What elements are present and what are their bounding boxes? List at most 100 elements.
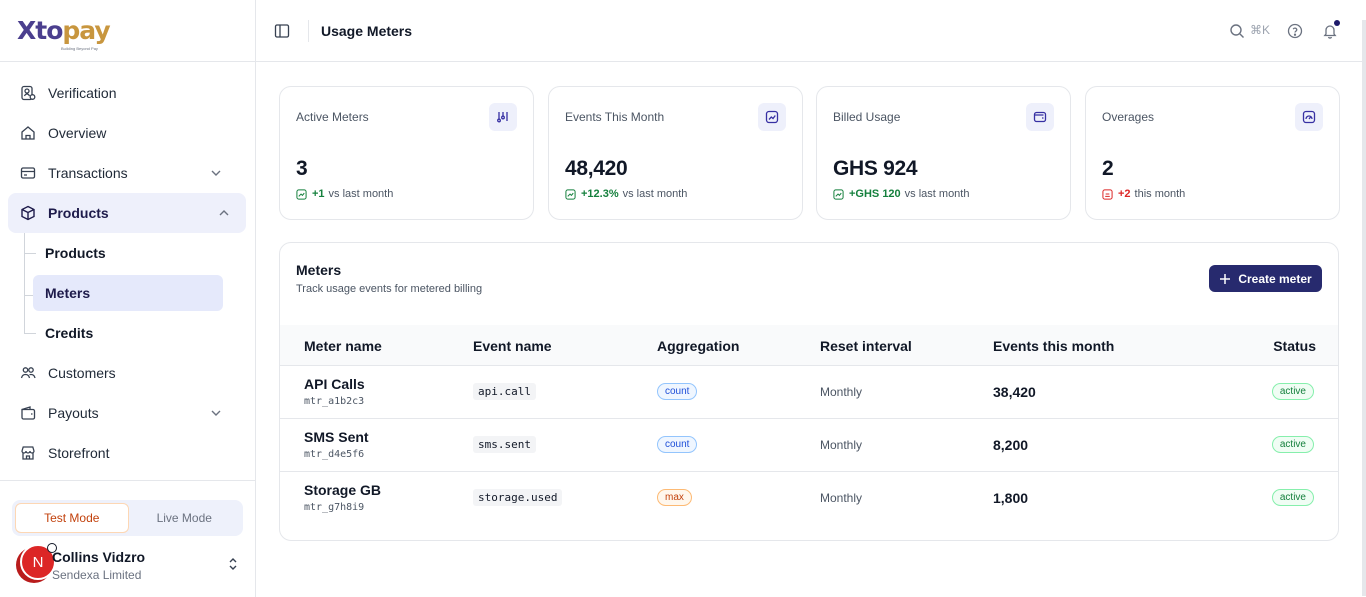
chevron-up-icon[interactable] [217,206,231,220]
meter-name: Storage GB [304,482,382,498]
stat-delta: +1 vs last month [296,188,393,200]
products-submenu: Products Meters Credits [24,233,255,353]
card-icon [20,165,36,181]
home-icon [20,125,36,141]
stat-delta-text: this month [1134,188,1186,200]
column-header-status[interactable]: Status [1273,338,1316,354]
event-name: api.call [473,383,536,400]
column-header-meter-name[interactable]: Meter name [304,338,382,354]
logo-text-accent: pay [62,16,110,45]
sidebar-item-label: Storefront [48,445,110,461]
scrollbar[interactable] [1362,20,1366,596]
table-row[interactable]: SMS Sent mtr_d4e5f6 sms.sent count Month… [280,419,1338,472]
column-header-events-this-month[interactable]: Events this month [993,338,1114,354]
stat-delta: +2 this month [1102,188,1185,200]
sidebar-item-label: Customers [48,365,116,381]
aggregation-badge: count [657,436,698,453]
search-icon[interactable] [1229,23,1245,39]
logo[interactable]: Xtopay Building Beyond Pay [17,16,111,51]
box-icon [20,205,36,221]
submenu-item-credits[interactable]: Credits [24,313,255,353]
submenu-item-meters[interactable]: Meters [24,275,223,311]
stat-card-overages: Overages 2 +2 this month [1085,86,1340,220]
stat-card-active-meters: Active Meters 3 +1 vs last month [279,86,534,220]
sidebar-item-label: Products [48,205,109,221]
sidebar-item-label: Verification [48,85,117,101]
sidebar-item-label: Overview [48,125,107,141]
aggregation-badge: count [657,383,698,400]
table-row[interactable]: Storage GB mtr_g7h8i9 storage.used max M… [280,472,1338,525]
sidebar-item-overview[interactable]: Overview [0,113,247,153]
stat-delta-value: +2 [1118,188,1131,200]
wallet-icon [20,405,36,421]
table-header: Meter name Event name Aggregation Reset … [280,325,1338,366]
meter-name: API Calls [304,376,365,392]
stat-delta-text: vs last month [328,188,394,200]
events-count: 38,420 [993,384,1036,400]
status-badge: active [1271,489,1314,506]
trend-up-icon [296,188,307,200]
stat-value: 48,420 [565,157,628,180]
stat-delta-text: vs last month [904,188,970,200]
table-row[interactable]: API Calls mtr_a1b2c3 api.call count Mont… [280,366,1338,419]
status-badge: active [1271,383,1314,400]
sidebar-item-storefront[interactable]: Storefront [0,433,247,473]
create-meter-button[interactable]: Create meter [1209,265,1322,292]
column-header-event-name[interactable]: Event name [473,338,552,354]
aggregation-badge: max [657,489,692,506]
live-mode-button[interactable]: Live Mode [129,503,241,533]
chevron-down-icon[interactable] [209,406,223,420]
stat-delta: +GHS 120 vs last month [833,188,969,200]
events-count: 8,200 [993,437,1029,453]
page-title: Usage Meters [321,23,413,39]
status-badge: active [1271,436,1314,453]
search-shortcut: ⌘K [1250,23,1271,37]
stat-label: Active Meters [296,110,369,124]
user-menu[interactable]: N Collins Vidzro Sendexa Limited [16,543,246,588]
sidebar-item-transactions[interactable]: Transactions [0,153,247,193]
meters-title: Meters [296,262,342,278]
stat-value: GHS 924 [833,157,918,180]
store-icon [20,445,36,461]
verification-icon [20,85,36,101]
sidebar-toggle-icon[interactable] [274,23,290,39]
trend-up-icon [565,188,576,200]
chart-icon [758,103,786,131]
help-icon[interactable] [1287,23,1303,39]
trend-up-icon [833,188,844,200]
sidebar-item-label: Payouts [48,405,99,421]
stat-label: Events This Month [565,110,665,124]
event-name: storage.used [473,489,563,506]
stat-label: Billed Usage [833,110,901,124]
stat-card-billed-usage: Billed Usage GHS 924 +GHS 120 vs last mo… [816,86,1071,220]
mode-toggle: Test Mode Live Mode [12,500,243,536]
sidebar-item-customers[interactable]: Customers [0,353,247,393]
stat-delta-text: vs last month [622,188,688,200]
submenu-item-products[interactable]: Products [24,233,255,273]
sidebar-item-products[interactable]: Products [8,193,246,233]
sidebar-item-verification[interactable]: Verification [0,73,247,113]
stat-card-events-this-month: Events This Month 48,420 +12.3% vs last … [548,86,803,220]
meter-id: mtr_d4e5f6 [304,449,365,460]
sidebar-nav: Verification Overview Transactions Produ… [0,62,255,473]
chevron-down-icon[interactable] [209,166,223,180]
gauge-icon [1295,103,1323,131]
meter-id: mtr_g7h8i9 [304,502,365,513]
meter-id: mtr_a1b2c3 [304,396,365,407]
meters-subtitle: Track usage events for metered billing [296,283,483,295]
brand: Xtopay Building Beyond Pay [0,0,255,62]
top-header: Usage Meters ⌘K [256,0,1366,62]
test-mode-button[interactable]: Test Mode [15,503,129,533]
column-header-aggregation[interactable]: Aggregation [657,338,739,354]
chevron-updown-icon[interactable] [226,556,240,572]
events-count: 1,800 [993,490,1029,506]
stat-label: Overages [1102,110,1155,124]
alert-icon [1102,188,1113,200]
header-divider [308,20,309,42]
reset-interval: Monthly [820,385,863,399]
event-name: sms.sent [473,436,536,453]
column-header-reset-interval[interactable]: Reset interval [820,338,912,354]
sidebar-item-payouts[interactable]: Payouts [0,393,247,433]
reset-interval: Monthly [820,438,863,452]
user-org: Sendexa Limited [52,568,142,582]
